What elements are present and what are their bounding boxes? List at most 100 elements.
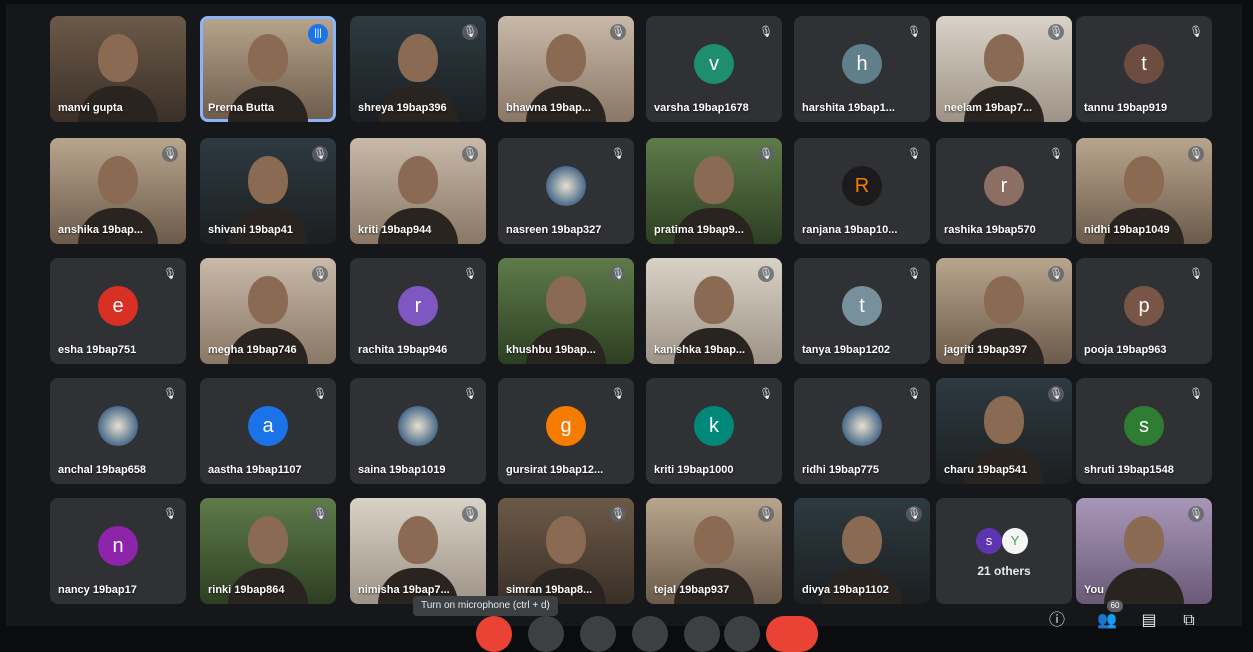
mic-off-icon: 🎙: [759, 26, 773, 38]
mic-off-icon: 🎙: [906, 506, 922, 522]
participant-tile[interactable]: g gursirat 19bap12... 🎙: [498, 378, 634, 484]
mic-off-icon: 🎙: [312, 146, 328, 162]
others-avatar: Y: [1002, 528, 1028, 554]
camera-toggle-button[interactable]: [528, 616, 564, 652]
participant-profile-image: [98, 406, 138, 446]
participant-tile[interactable]: r rachita 19bap946 🎙: [350, 258, 486, 364]
participant-tile[interactable]: simran 19bap8... 🎙: [498, 498, 634, 604]
participant-tile[interactable]: p pooja 19bap963 🎙: [1076, 258, 1212, 364]
participant-tile[interactable]: kriti 19bap944 🎙: [350, 138, 486, 244]
participant-tile[interactable]: Prerna Butta |||: [200, 16, 336, 122]
participant-tile[interactable]: bhawna 19bap... 🎙: [498, 16, 634, 122]
participant-tile[interactable]: manvi gupta: [50, 16, 186, 122]
info-icon[interactable]: ⓘ: [1046, 610, 1068, 632]
chat-icon[interactable]: ▤: [1138, 610, 1160, 632]
participant-name: neelam 19bap7...: [944, 102, 1033, 114]
participant-tile[interactable]: jagriti 19bap397 🎙: [936, 258, 1072, 364]
participant-video: [98, 34, 138, 82]
participant-tile[interactable]: s Y 21 others: [936, 498, 1072, 604]
participant-avatar: p: [1124, 286, 1164, 326]
participant-avatar: r: [984, 166, 1024, 206]
mic-off-icon: 🎙: [907, 268, 921, 280]
participant-avatar: e: [98, 286, 138, 326]
leave-call-button[interactable]: [766, 616, 818, 652]
mic-off-icon: 🎙: [759, 388, 773, 400]
participant-video: [398, 156, 438, 204]
mic-off-icon: 🎙: [1049, 148, 1063, 160]
participant-video: [1124, 516, 1164, 564]
participant-tile[interactable]: saina 19bap1019 🎙: [350, 378, 486, 484]
mic-off-icon: 🎙: [162, 146, 178, 162]
mic-off-icon: 🎙: [1189, 268, 1203, 280]
participant-name: shruti 19bap1548: [1084, 464, 1174, 476]
participant-name: varsha 19bap1678: [654, 102, 749, 114]
participant-tile[interactable]: charu 19bap541 🎙: [936, 378, 1072, 484]
participant-tile[interactable]: You 🎙: [1076, 498, 1212, 604]
participant-name: manvi gupta: [58, 102, 123, 114]
participant-name: divya 19bap1102: [802, 584, 889, 596]
participant-tile[interactable]: tejal 19bap937 🎙: [646, 498, 782, 604]
participant-tile[interactable]: megha 19bap746 🎙: [200, 258, 336, 364]
participant-name: khushbu 19bap...: [506, 344, 596, 356]
participant-tile[interactable]: nimisha 19bap7... 🎙: [350, 498, 486, 604]
activities-icon[interactable]: ⧉: [1178, 610, 1200, 632]
participant-video: [398, 34, 438, 82]
participant-tile[interactable]: Rranjana 19bap10... 🎙: [794, 138, 930, 244]
participant-name: shreya 19bap396: [358, 102, 447, 114]
participant-tile[interactable]: v varsha 19bap1678 🎙: [646, 16, 782, 122]
participant-video: [1124, 156, 1164, 204]
participant-tile[interactable]: pratima 19bap9... 🎙: [646, 138, 782, 244]
participant-video: [546, 516, 586, 564]
mic-off-icon: 🎙: [758, 266, 774, 282]
mic-off-icon: 🎙: [610, 266, 626, 282]
participant-tile[interactable]: anchal 19bap658 🎙: [50, 378, 186, 484]
present-button[interactable]: [684, 616, 720, 652]
mic-off-icon: 🎙: [1048, 266, 1064, 282]
participant-name: tanya 19bap1202: [802, 344, 891, 356]
participant-tile[interactable]: neelam 19bap7... 🎙: [936, 16, 1072, 122]
participant-name: pratima 19bap9...: [654, 224, 744, 236]
participant-tile[interactable]: nasreen 19bap327 🎙: [498, 138, 634, 244]
participant-video: [248, 34, 288, 82]
mic-toggle-button[interactable]: [476, 616, 512, 652]
participant-tile[interactable]: k kriti 19bap1000 🎙: [646, 378, 782, 484]
participant-avatar: n: [98, 526, 138, 566]
participant-tile[interactable]: a aastha 19bap1107 🎙: [200, 378, 336, 484]
participant-name: kriti 19bap1000: [654, 464, 734, 476]
participant-tile[interactable]: n nancy 19bap17 🎙: [50, 498, 186, 604]
participant-tile[interactable]: e esha 19bap751 🎙: [50, 258, 186, 364]
participant-tile[interactable]: h harshita 19bap1... 🎙: [794, 16, 930, 122]
participant-name: charu 19bap541: [944, 464, 1028, 476]
raise-hand-button[interactable]: [632, 616, 668, 652]
participant-tile[interactable]: s shruti 19bap1548 🎙: [1076, 378, 1212, 484]
more-options-button[interactable]: [724, 616, 760, 652]
participant-tile[interactable]: t tannu 19bap919 🎙: [1076, 16, 1212, 122]
participant-profile-image: [398, 406, 438, 446]
participant-name: tejal 19bap937: [654, 584, 730, 596]
participant-grid: manvi gupta Prerna Butta ||| shreya 19bap39…: [50, 16, 1212, 606]
participant-tile[interactable]: t tanya 19bap1202 🎙: [794, 258, 930, 364]
participant-tile[interactable]: rinki 19bap864 🎙: [200, 498, 336, 604]
participant-count-badge: 60: [1107, 600, 1123, 612]
participant-tile[interactable]: shivani 19bap41 🎙: [200, 138, 336, 244]
mic-off-icon: 🎙: [1048, 386, 1064, 402]
captions-button[interactable]: [580, 616, 616, 652]
mic-off-icon: 🎙: [1048, 24, 1064, 40]
participant-tile[interactable]: nidhi 19bap1049 🎙: [1076, 138, 1212, 244]
participant-name: nancy 19bap17: [58, 584, 137, 596]
participant-name: esha 19bap751: [58, 344, 137, 356]
others-avatar: s: [976, 528, 1002, 554]
participant-name: kriti 19bap944: [358, 224, 432, 236]
participant-tile[interactable]: ridhi 19bap775 🎙: [794, 378, 930, 484]
participant-tile[interactable]: divya 19bap1102 🎙: [794, 498, 930, 604]
participant-tile[interactable]: r rashika 19bap570 🎙: [936, 138, 1072, 244]
participant-tile[interactable]: anshika 19bap... 🎙: [50, 138, 186, 244]
participant-video: [694, 156, 734, 204]
participant-video: [984, 276, 1024, 324]
participant-avatar: g: [546, 406, 586, 446]
participant-tile[interactable]: khushbu 19bap... 🎙: [498, 258, 634, 364]
participant-tile[interactable]: shreya 19bap396 🎙: [350, 16, 486, 122]
participant-video: [694, 276, 734, 324]
participant-tile[interactable]: kanishka 19bap... 🎙: [646, 258, 782, 364]
people-icon[interactable]: 👥: [1096, 610, 1118, 632]
